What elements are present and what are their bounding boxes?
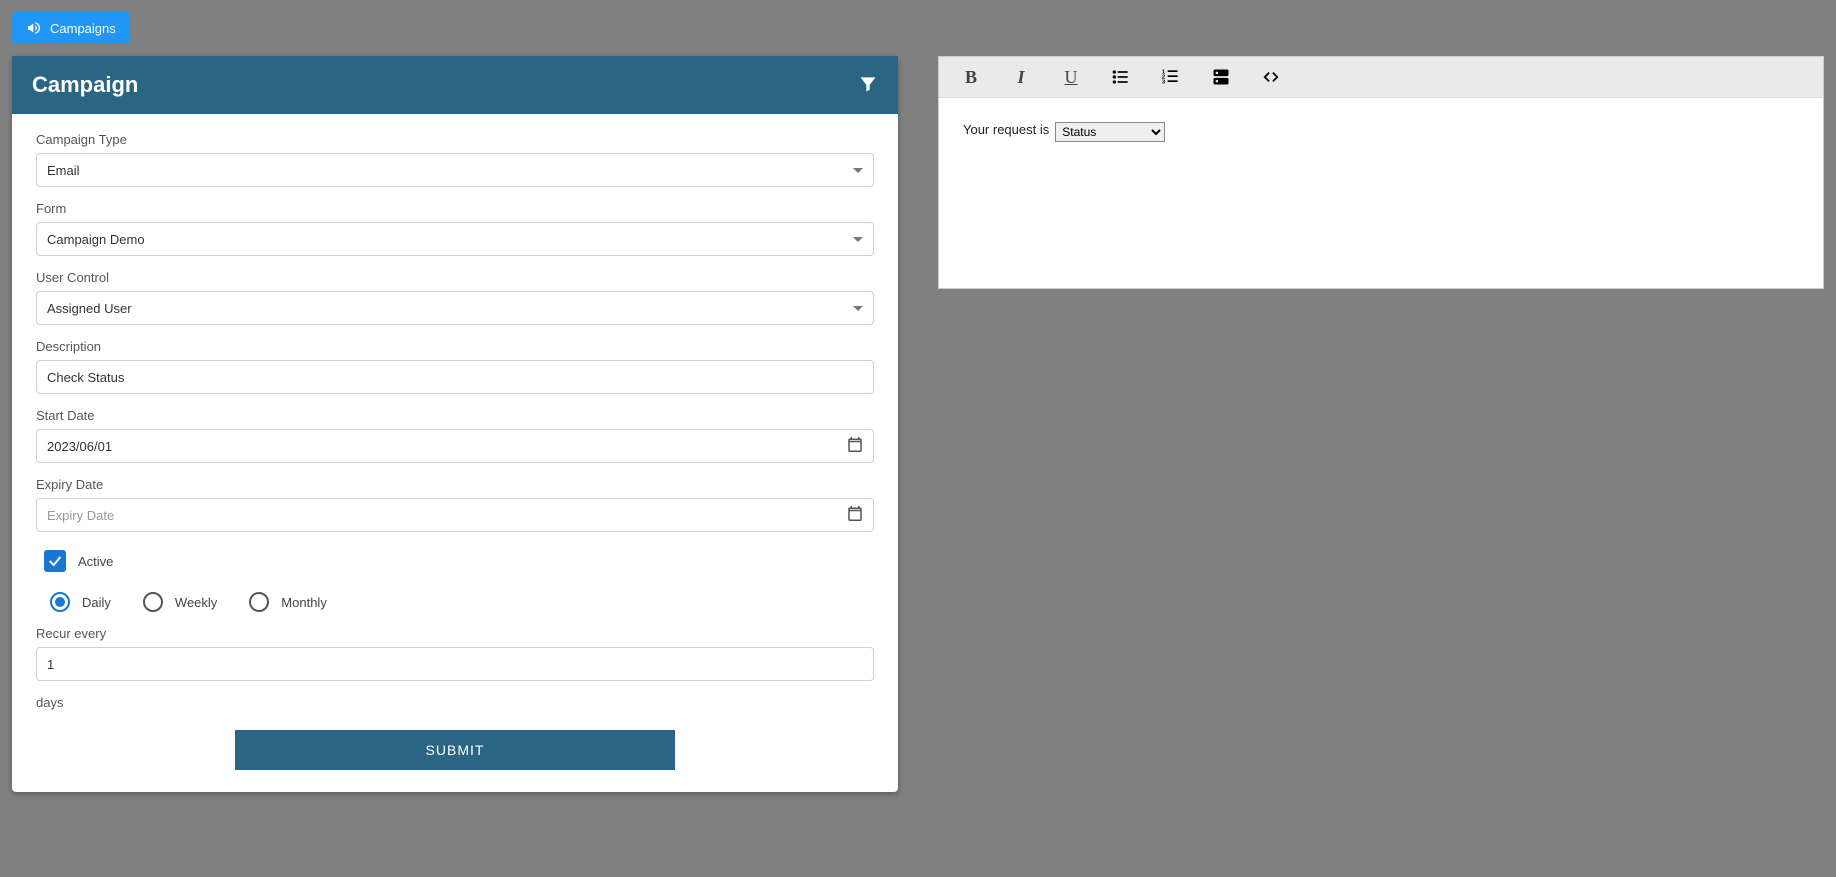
frequency-daily[interactable]: Daily [50, 592, 111, 612]
active-label: Active [78, 554, 113, 569]
form-value: Campaign Demo [47, 232, 145, 247]
underline-button[interactable]: U [1059, 65, 1083, 89]
editor-prefix-text: Your request is [963, 122, 1049, 137]
caret-down-icon [853, 306, 863, 311]
start-date-input[interactable] [36, 429, 874, 463]
expiry-date-input[interactable] [36, 498, 874, 532]
form-field: Form Campaign Demo [36, 201, 874, 256]
campaign-card: Campaign Campaign Type Email Form [12, 56, 898, 792]
editor-panel: B I U 123 Your request is Status [938, 56, 1824, 289]
radio-icon [50, 592, 70, 612]
recur-every-input[interactable] [36, 647, 874, 681]
campaigns-button-label: Campaigns [50, 21, 116, 36]
card-title: Campaign [32, 72, 138, 98]
check-icon [47, 553, 63, 569]
code-view-button[interactable] [1259, 65, 1283, 89]
caret-down-icon [853, 168, 863, 173]
campaign-type-label: Campaign Type [36, 132, 874, 147]
recur-every-label: Recur every [36, 626, 874, 641]
campaign-type-value: Email [47, 163, 80, 178]
caret-down-icon [853, 237, 863, 242]
frequency-monthly[interactable]: Monthly [249, 592, 327, 612]
form-label: Form [36, 201, 874, 216]
radio-icon [249, 592, 269, 612]
user-control-select[interactable]: Assigned User [36, 291, 874, 325]
frequency-weekly-label: Weekly [175, 595, 217, 610]
frequency-weekly[interactable]: Weekly [143, 592, 217, 612]
editor-content[interactable]: Your request is Status [939, 98, 1823, 288]
svg-text:3: 3 [1162, 80, 1166, 86]
description-input[interactable] [36, 360, 874, 394]
description-label: Description [36, 339, 874, 354]
user-control-field: User Control Assigned User [36, 270, 874, 325]
bold-button[interactable]: B [959, 65, 983, 89]
expiry-date-field: Expiry Date [36, 477, 874, 532]
filter-icon[interactable] [858, 74, 878, 97]
form-select[interactable]: Campaign Demo [36, 222, 874, 256]
bullet-list-button[interactable] [1109, 65, 1133, 89]
start-date-field: Start Date [36, 408, 874, 463]
campaign-type-field: Campaign Type Email [36, 132, 874, 187]
expiry-date-label: Expiry Date [36, 477, 874, 492]
recur-unit-label: days [36, 695, 874, 710]
numbered-list-button[interactable]: 123 [1159, 65, 1183, 89]
status-variable-select[interactable]: Status [1055, 122, 1165, 142]
frequency-daily-label: Daily [82, 595, 111, 610]
active-row: Active [36, 550, 874, 572]
description-field: Description [36, 339, 874, 394]
frequency-row: Daily Weekly Monthly [36, 592, 874, 612]
radio-icon [143, 592, 163, 612]
bullhorn-icon [26, 20, 42, 36]
active-checkbox[interactable] [44, 550, 66, 572]
campaigns-button[interactable]: Campaigns [12, 12, 130, 44]
card-header: Campaign [12, 56, 898, 114]
insert-block-button[interactable] [1209, 65, 1233, 89]
submit-button[interactable]: SUBMIT [235, 730, 675, 770]
frequency-monthly-label: Monthly [281, 595, 327, 610]
editor-toolbar: B I U 123 [939, 57, 1823, 98]
start-date-label: Start Date [36, 408, 874, 423]
recur-every-field: Recur every [36, 626, 874, 681]
user-control-label: User Control [36, 270, 874, 285]
user-control-value: Assigned User [47, 301, 132, 316]
campaign-type-select[interactable]: Email [36, 153, 874, 187]
italic-button[interactable]: I [1009, 65, 1033, 89]
